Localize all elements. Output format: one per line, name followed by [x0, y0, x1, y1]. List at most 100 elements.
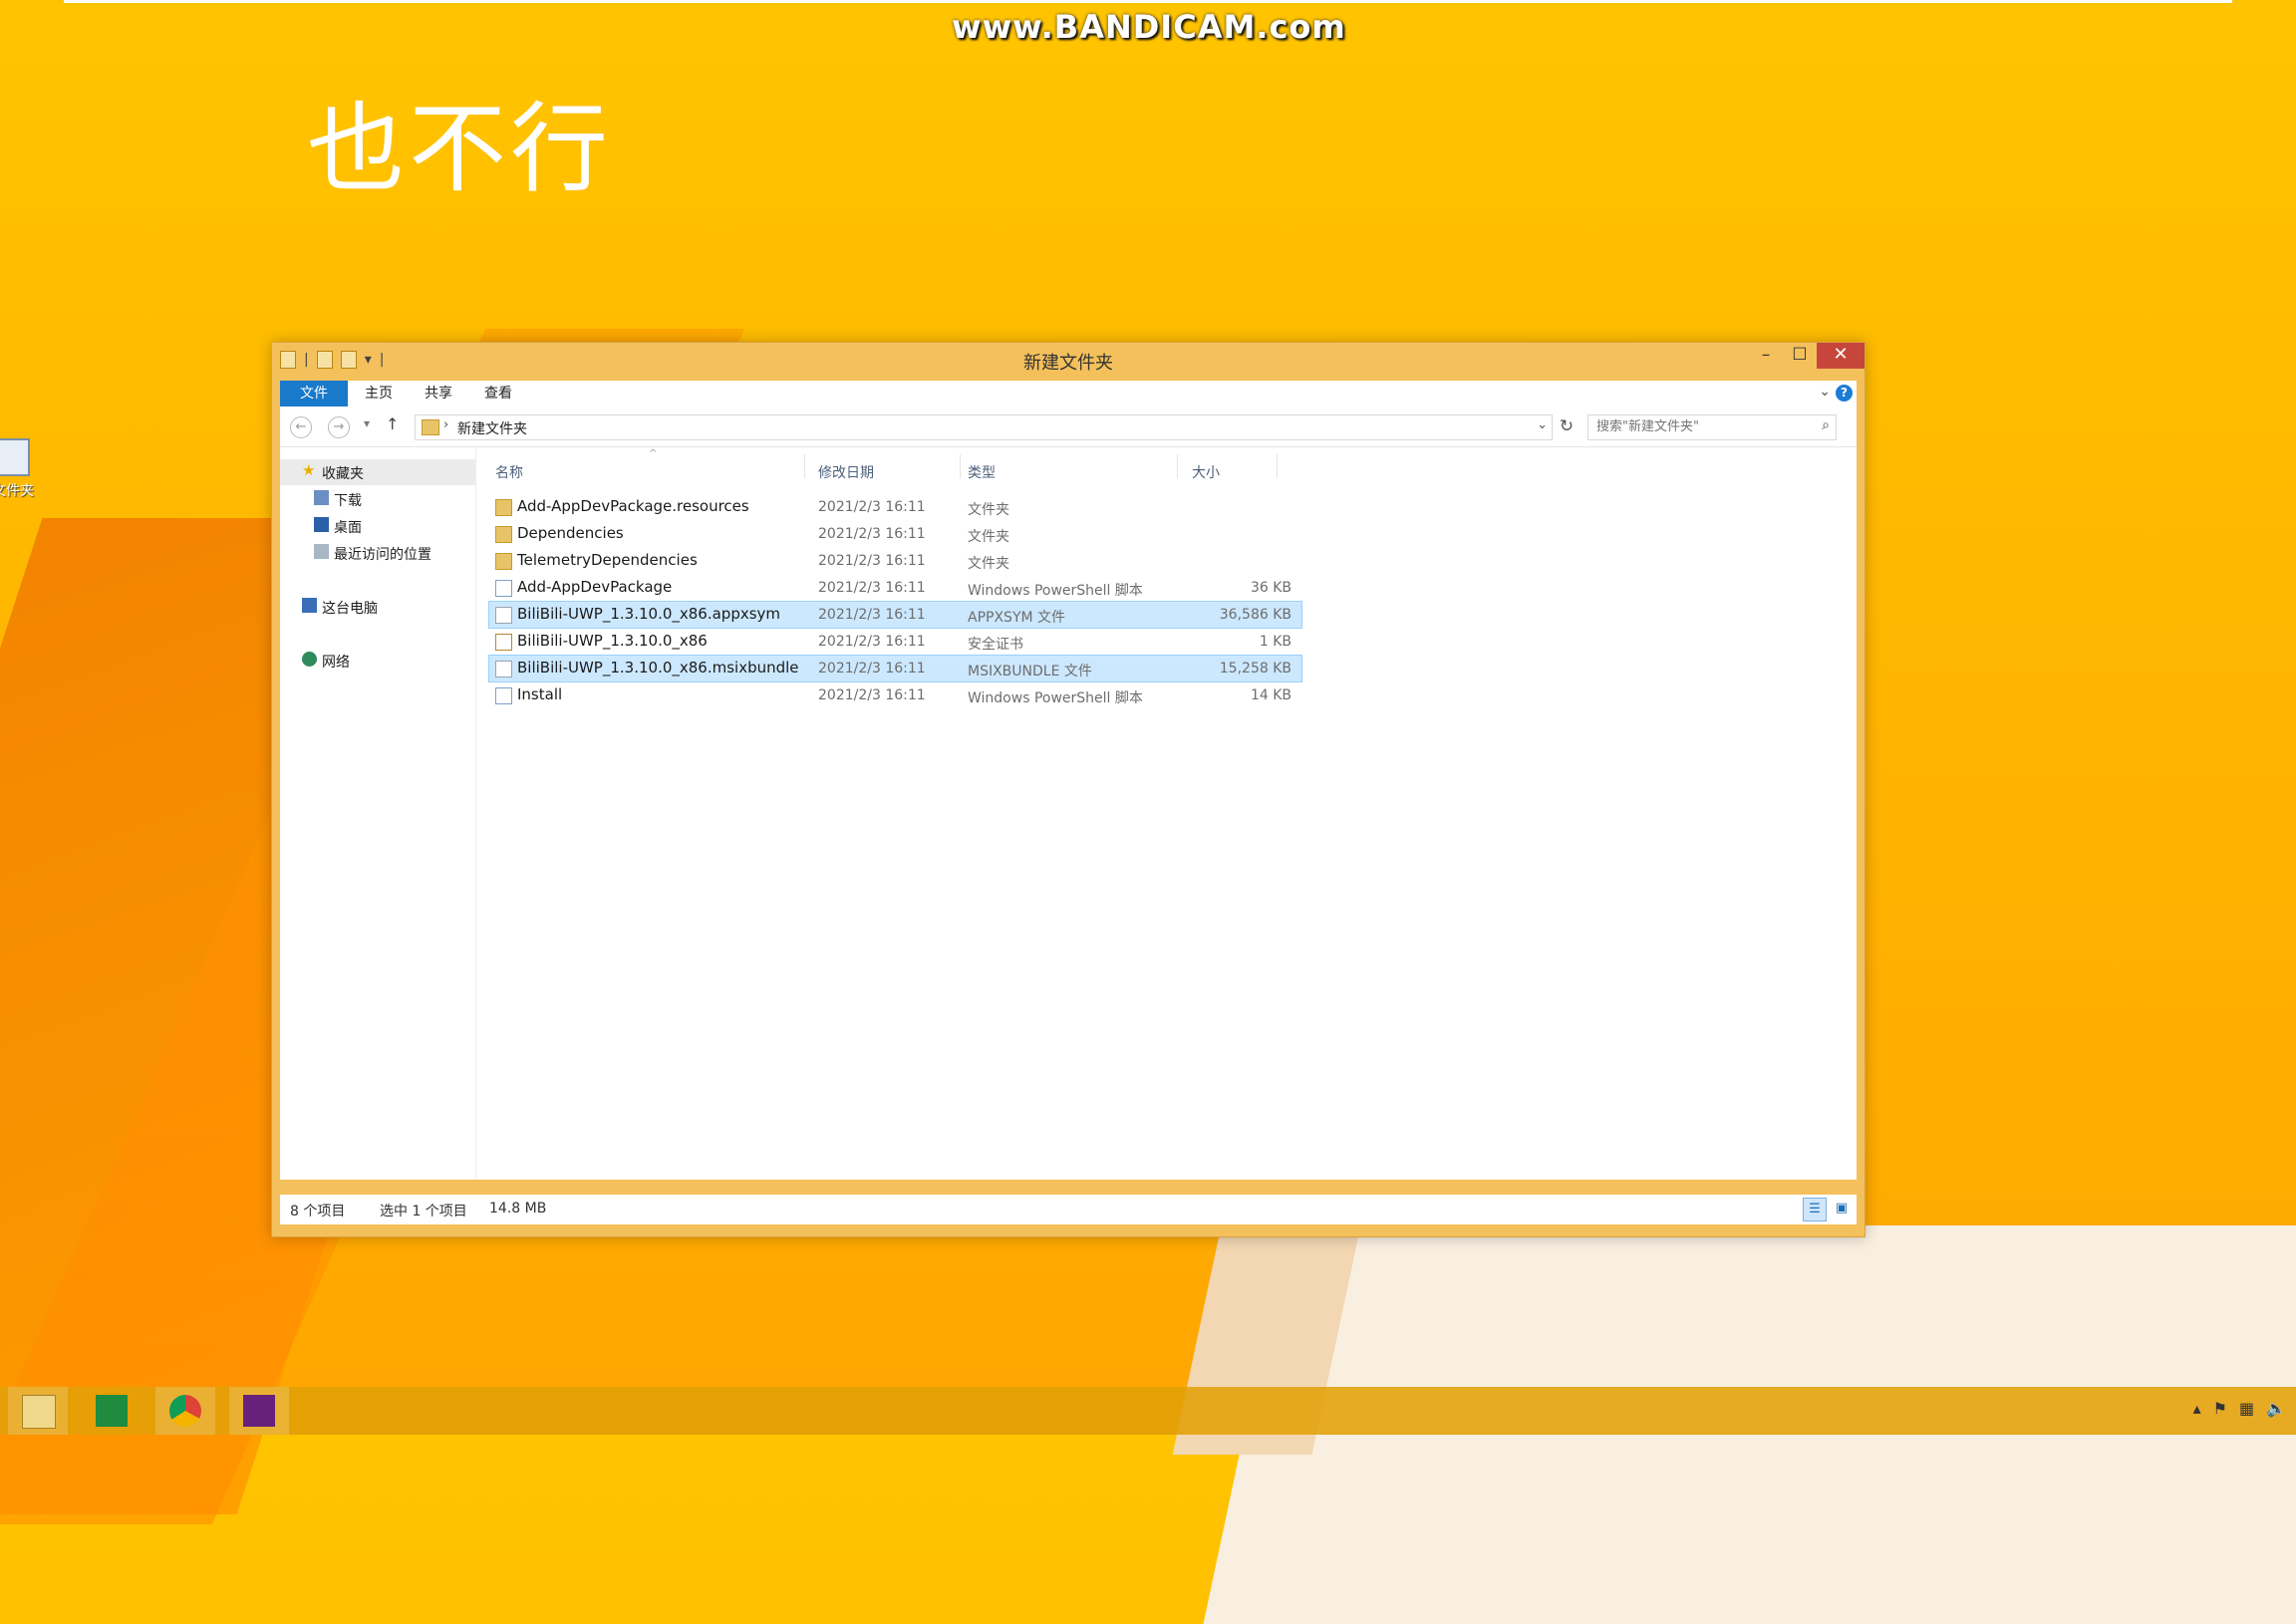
breadcrumb-chevron-icon[interactable]: ›: [443, 417, 448, 432]
breadcrumb-current[interactable]: 新建文件夹: [457, 418, 527, 438]
back-button[interactable]: ←: [290, 416, 312, 438]
tab-file[interactable]: 文件: [280, 381, 348, 406]
column-divider[interactable]: [1177, 454, 1178, 478]
desktop-icon-label: 文件夹: [0, 483, 34, 499]
file-row[interactable]: BiliBili-UWP_1.3.10.0_x86.appxsym 2021/2…: [488, 601, 1302, 629]
network-status-icon[interactable]: ▦: [2239, 1399, 2254, 1418]
file-size: 1 KB: [1259, 634, 1292, 650]
file-row[interactable]: Add-AppDevPackage.resources 2021/2/3 16:…: [489, 494, 1301, 520]
status-bar: 8 个项目 选中 1 个项目 14.8 MB ☰ ▣: [280, 1195, 1857, 1224]
nav-item-favorites[interactable]: ★ 收藏夹: [280, 459, 475, 485]
explorer-body: ★ 收藏夹 下载 桌面 最近访问的位置 这台电脑 网络 ^ 名称 修改日期 类型…: [280, 447, 1857, 1180]
nav-item-recent-places[interactable]: 最近访问的位置: [280, 540, 475, 566]
file-row[interactable]: BiliBili-UWP_1.3.10.0_x86.msixbundle 202…: [488, 655, 1302, 682]
file-row[interactable]: Add-AppDevPackage 2021/2/3 16:11 Windows…: [489, 575, 1301, 601]
file-date: 2021/2/3 16:11: [818, 661, 926, 677]
file-date: 2021/2/3 16:11: [818, 580, 926, 596]
file-row[interactable]: Install 2021/2/3 16:11 Windows PowerShel…: [489, 682, 1301, 708]
search-input[interactable]: [1594, 418, 1808, 435]
volume-icon[interactable]: 🔈: [2266, 1399, 2286, 1418]
column-header-name[interactable]: 名称: [495, 462, 523, 482]
taskbar-chrome[interactable]: [155, 1387, 215, 1435]
chrome-icon: [169, 1395, 201, 1427]
taskbar-visual-studio[interactable]: [229, 1387, 289, 1435]
nav-item-desktop[interactable]: 桌面: [280, 513, 475, 539]
nav-item-label: 这台电脑: [322, 601, 378, 617]
top-edge-bar: [64, 0, 2232, 3]
window-title: 新建文件夹: [1023, 353, 1113, 374]
nav-item-network[interactable]: 网络: [280, 648, 475, 674]
sort-ascending-icon: ^: [649, 448, 658, 459]
file-name: Add-AppDevPackage: [517, 578, 673, 596]
recent-locations-chevron-icon[interactable]: ▾: [364, 416, 370, 430]
file-name: BiliBili-UWP_1.3.10.0_x86.appxsym: [517, 605, 781, 623]
item-count: 8 个项目: [290, 1204, 346, 1219]
tab-view[interactable]: 查看: [469, 381, 527, 406]
file-row[interactable]: Dependencies 2021/2/3 16:11 文件夹: [489, 521, 1301, 547]
address-dropdown-icon[interactable]: ⌄: [1537, 417, 1548, 432]
search-box[interactable]: ⌕: [1587, 414, 1837, 440]
close-button[interactable]: ✕: [1817, 343, 1865, 369]
column-divider[interactable]: [960, 454, 961, 478]
nav-item-label: 收藏夹: [322, 466, 364, 482]
file-date: 2021/2/3 16:11: [818, 499, 926, 515]
star-icon: ★: [302, 461, 316, 479]
large-icons-view-button[interactable]: ▣: [1831, 1198, 1853, 1219]
maximize-button[interactable]: ☐: [1783, 343, 1817, 369]
minimize-button[interactable]: –: [1749, 343, 1783, 369]
title-bar[interactable]: | ▾ | 新建文件夹 – ☐ ✕: [272, 343, 1865, 378]
action-center-flag-icon[interactable]: ⚑: [2213, 1399, 2227, 1418]
show-hidden-icons-icon[interactable]: ▴: [2193, 1399, 2201, 1418]
file-type: APPXSYM 文件: [968, 610, 1066, 626]
recent-places-icon: [314, 544, 329, 559]
column-divider[interactable]: [804, 454, 805, 478]
file-explorer-icon: [22, 1395, 56, 1429]
file-list: ^ 名称 修改日期 类型 大小 Add-AppDevPackage.resour…: [488, 447, 1857, 1180]
file-name: Install: [517, 685, 563, 703]
powershell-script-icon: [495, 687, 512, 704]
ribbon-tabs: 文件 主页 共享 查看 ⌄ ?: [280, 381, 1857, 406]
folder-icon: [422, 419, 439, 435]
network-icon: [302, 652, 317, 667]
file-row[interactable]: TelemetryDependencies 2021/2/3 16:11 文件夹: [489, 548, 1301, 574]
nav-item-this-pc[interactable]: 这台电脑: [280, 594, 475, 620]
file-date: 2021/2/3 16:11: [818, 607, 926, 623]
folder-icon: [495, 526, 512, 543]
column-header-date[interactable]: 修改日期: [818, 462, 874, 482]
visual-studio-icon: [243, 1395, 275, 1427]
folder-icon: [495, 499, 512, 516]
system-tray: ▴ ⚑ ▦ 🔈: [2193, 1399, 2286, 1418]
column-divider[interactable]: [1277, 454, 1278, 478]
file-type: Windows PowerShell 脚本: [968, 690, 1143, 706]
desktop-icon: [314, 517, 329, 532]
expand-ribbon-chevron-icon[interactable]: ⌄: [1819, 384, 1831, 400]
explorer-window: | ▾ | 新建文件夹 – ☐ ✕ 文件 主页 共享 查看 ⌄ ? ← → ▾ …: [271, 342, 1866, 1237]
navigation-bar: ← → ▾ ↑ › 新建文件夹 ⌄ ↻ ⌕: [280, 406, 1857, 447]
up-button[interactable]: ↑: [386, 414, 399, 433]
tab-home[interactable]: 主页: [350, 381, 408, 406]
column-header-type[interactable]: 类型: [968, 462, 996, 482]
details-view-button[interactable]: ☰: [1803, 1198, 1827, 1221]
nav-item-label: 网络: [322, 655, 350, 671]
tab-share[interactable]: 共享: [410, 381, 467, 406]
selection-size: 14.8 MB: [489, 1201, 547, 1217]
taskbar-file-explorer[interactable]: [8, 1387, 68, 1435]
nav-item-downloads[interactable]: 下载: [280, 486, 475, 512]
file-type: 安全证书: [968, 637, 1023, 653]
file-name: TelemetryDependencies: [517, 551, 698, 569]
file-size: 36,586 KB: [1219, 607, 1292, 623]
desktop-folder-shortcut[interactable]: 文件夹: [0, 438, 62, 500]
file-date: 2021/2/3 16:11: [818, 687, 926, 703]
search-icon[interactable]: ⌕: [1822, 417, 1830, 433]
column-header-size[interactable]: 大小: [1192, 462, 1220, 482]
refresh-button[interactable]: ↻: [1556, 415, 1578, 439]
address-bar[interactable]: › 新建文件夹 ⌄: [415, 414, 1553, 440]
help-icon[interactable]: ?: [1836, 385, 1853, 402]
file-type: Windows PowerShell 脚本: [968, 583, 1143, 599]
forward-button[interactable]: →: [328, 416, 350, 438]
downloads-icon: [314, 490, 329, 505]
file-name: BiliBili-UWP_1.3.10.0_x86.msixbundle: [517, 659, 799, 677]
taskbar-store[interactable]: [82, 1387, 142, 1435]
file-name: BiliBili-UWP_1.3.10.0_x86: [517, 632, 708, 650]
file-row[interactable]: BiliBili-UWP_1.3.10.0_x86 2021/2/3 16:11…: [489, 629, 1301, 655]
